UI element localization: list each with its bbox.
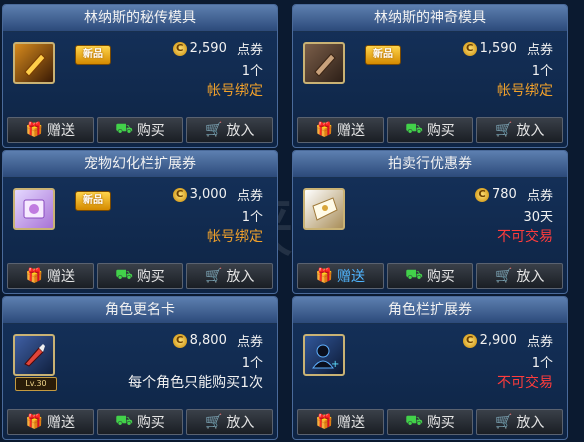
binding-note: 帐号绑定	[497, 83, 553, 99]
price: C 2,590 点券	[172, 39, 263, 58]
quantity: 1个	[241, 64, 263, 79]
bronze-mold-icon[interactable]	[303, 42, 345, 84]
item-title: 拍卖行优惠券	[293, 151, 567, 178]
coin-icon: C	[172, 333, 187, 348]
gift-icon: 🎁	[315, 122, 334, 138]
character-slot-icon[interactable]: +	[303, 334, 345, 376]
pet-ticket-icon[interactable]	[13, 188, 55, 230]
item-card-character-slot: 角色栏扩展券 + C 2,900 点券 1个 不可交易 🎁 赠送 ⛟ 购买 🛒 放入	[292, 296, 568, 440]
price: C 780 点券	[475, 185, 553, 204]
cart-green-icon: ⛟	[115, 267, 133, 283]
quantity: 1个	[241, 356, 263, 371]
price: C 3,000 点券	[172, 185, 263, 204]
coin-icon: C	[475, 187, 490, 202]
gift-icon: 🎁	[25, 414, 44, 430]
shopping-cart-icon: 🛒	[494, 268, 513, 284]
cart-green-icon: ⛟	[405, 267, 423, 283]
shopping-cart-icon: 🛒	[204, 414, 223, 430]
buy-button[interactable]: ⛟ 购买	[96, 409, 184, 435]
item-card-magic-mold: 林纳斯的神奇模具 新品 C 1,590 点券 1个 帐号绑定 🎁 赠送 ⛟ 购买 🛒 放…	[292, 4, 568, 148]
gift-button[interactable]: 🎁 赠送	[297, 409, 384, 435]
buy-button[interactable]: ⛟ 购买	[386, 409, 474, 435]
add-to-cart-button[interactable]: 🛒 放入	[476, 263, 564, 289]
level-badge: Lv.30	[15, 377, 57, 391]
binding-note: 帐号绑定	[207, 229, 263, 245]
shopping-cart-icon: 🛒	[494, 122, 513, 138]
coin-icon: C	[462, 333, 477, 348]
golden-mold-icon[interactable]	[13, 42, 55, 84]
gift-button[interactable]: 🎁 赠送	[7, 263, 94, 289]
price: C 8,800 点券	[172, 331, 263, 350]
coin-icon: C	[172, 187, 187, 202]
add-to-cart-button[interactable]: 🛒 放入	[476, 409, 564, 435]
quantity: 1个	[531, 64, 553, 79]
purchase-limit-note: 每个角色只能购买1次	[128, 375, 263, 391]
cart-green-icon: ⛟	[115, 121, 133, 137]
gift-button[interactable]: 🎁 赠送	[7, 409, 94, 435]
buy-button[interactable]: ⛟ 购买	[96, 117, 184, 143]
duration: 30天	[523, 210, 553, 225]
gift-button[interactable]: 🎁 赠送	[297, 117, 384, 143]
quantity: 1个	[241, 210, 263, 225]
new-badge: 新品	[365, 45, 401, 65]
svg-text:+: +	[331, 359, 339, 370]
price: C 2,900 点券	[462, 331, 553, 350]
shopping-cart-icon: 🛒	[204, 122, 223, 138]
add-to-cart-button[interactable]: 🛒 放入	[186, 263, 274, 289]
item-title: 林纳斯的神奇模具	[293, 5, 567, 32]
add-to-cart-button[interactable]: 🛒 放入	[186, 117, 274, 143]
item-card-rename-card: 角色更名卡 Lv.30 C 8,800 点券 1个 每个角色只能购买1次 🎁 赠送 …	[2, 296, 278, 440]
binding-note: 帐号绑定	[207, 83, 263, 99]
auction-coupon-icon[interactable]	[303, 188, 345, 230]
item-card-auction-coupon: 拍卖行优惠券 C 780 点券 30天 不可交易 🎁 赠送 ⛟ 购买 🛒 放入	[292, 150, 568, 294]
gift-button[interactable]: 🎁 赠送	[297, 263, 384, 289]
price: C 1,590 点券	[462, 39, 553, 58]
cart-green-icon: ⛟	[405, 121, 423, 137]
quantity: 1个	[531, 356, 553, 371]
add-to-cart-button[interactable]: 🛒 放入	[476, 117, 564, 143]
coin-icon: C	[172, 41, 187, 56]
new-badge: 新品	[75, 45, 111, 65]
item-card-secret-mold: 林纳斯的秘传模具 新品 C 2,590 点券 1个 帐号绑定 🎁 赠送 ⛟ 购买 🛒 放…	[2, 4, 278, 148]
gift-icon: 🎁	[25, 268, 44, 284]
trade-note: 不可交易	[497, 375, 553, 391]
item-title: 林纳斯的秘传模具	[3, 5, 277, 32]
trade-note: 不可交易	[497, 229, 553, 245]
gift-icon: 🎁	[315, 414, 334, 430]
item-title: 角色更名卡	[3, 297, 277, 324]
buy-button[interactable]: ⛟ 购买	[386, 117, 474, 143]
buy-button[interactable]: ⛟ 购买	[96, 263, 184, 289]
item-title: 宠物幻化栏扩展券	[3, 151, 277, 178]
shopping-cart-icon: 🛒	[494, 414, 513, 430]
add-to-cart-button[interactable]: 🛒 放入	[186, 409, 274, 435]
cart-green-icon: ⛟	[405, 413, 423, 429]
shopping-cart-icon: 🛒	[204, 268, 223, 284]
new-badge: 新品	[75, 191, 111, 211]
coin-icon: C	[462, 41, 477, 56]
gift-button[interactable]: 🎁 赠送	[7, 117, 94, 143]
item-card-pet-ticket: 宠物幻化栏扩展券 新品 C 3,000 点券 1个 帐号绑定 🎁 赠送 ⛟ 购买 🛒 放…	[2, 150, 278, 294]
cart-green-icon: ⛟	[115, 413, 133, 429]
item-title: 角色栏扩展券	[293, 297, 567, 324]
gift-icon: 🎁	[25, 122, 44, 138]
rename-card-icon[interactable]	[13, 334, 55, 376]
gift-icon: 🎁	[315, 268, 334, 284]
buy-button[interactable]: ⛟ 购买	[386, 263, 474, 289]
